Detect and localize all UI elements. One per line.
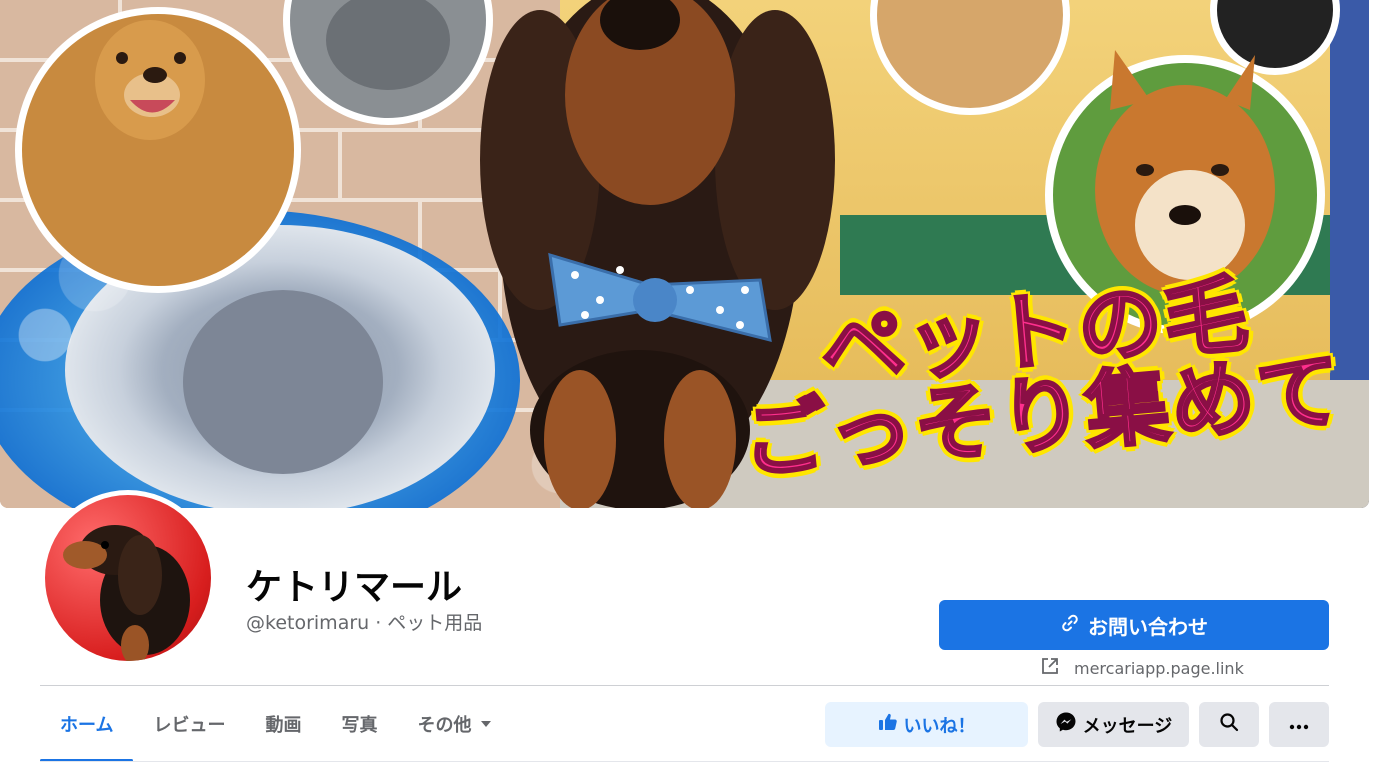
page-tabs: ホーム レビュー 動画 写真 その他 [40, 686, 511, 762]
tab-reviews[interactable]: レビュー [133, 686, 245, 762]
profile-avatar[interactable] [40, 490, 216, 666]
link-icon [1060, 613, 1080, 638]
search-icon [1219, 712, 1239, 737]
tabs-bottom-border [40, 761, 1329, 762]
page-title: ケトリマール [246, 567, 463, 608]
page-search-button[interactable] [1199, 702, 1259, 747]
tab-photos-label: 写真 [341, 715, 378, 736]
tab-more-label: その他 [417, 715, 472, 736]
caret-down-icon [481, 721, 492, 727]
contact-button[interactable]: お問い合わせ [939, 600, 1329, 650]
avatar-dog-illustration [63, 525, 190, 661]
website-link[interactable]: mercariapp.page.link [1040, 656, 1244, 680]
tab-more[interactable]: その他 [397, 686, 511, 762]
external-link-icon [1040, 656, 1060, 680]
cover-photo[interactable]: ペットの毛 ごっそり集めて [0, 0, 1369, 508]
message-button[interactable]: メッセージ [1038, 702, 1189, 747]
message-button-label: メッセージ [1082, 715, 1173, 737]
more-dots-icon [1289, 714, 1309, 735]
more-options-button[interactable] [1269, 702, 1329, 747]
website-link-text: mercariapp.page.link [1074, 658, 1244, 678]
like-button[interactable]: いいね！ [825, 702, 1028, 747]
tab-videos-label: 動画 [265, 715, 302, 736]
tab-photos[interactable]: 写真 [321, 686, 397, 762]
page-actions: いいね！ メッセージ [825, 702, 1329, 747]
avatar-photo [45, 495, 211, 661]
page-handle-category: @ketorimaru · ペット用品 [246, 612, 483, 634]
thumbs-up-icon [878, 712, 898, 737]
tab-home[interactable]: ホーム [40, 686, 134, 762]
tab-videos[interactable]: 動画 [245, 686, 321, 762]
messenger-icon [1055, 711, 1077, 738]
contact-button-label: お問い合わせ [1088, 614, 1208, 639]
tab-reviews-label: レビュー [153, 715, 226, 736]
tab-home-label: ホーム [60, 715, 114, 736]
like-button-label: いいね！ [903, 715, 976, 737]
